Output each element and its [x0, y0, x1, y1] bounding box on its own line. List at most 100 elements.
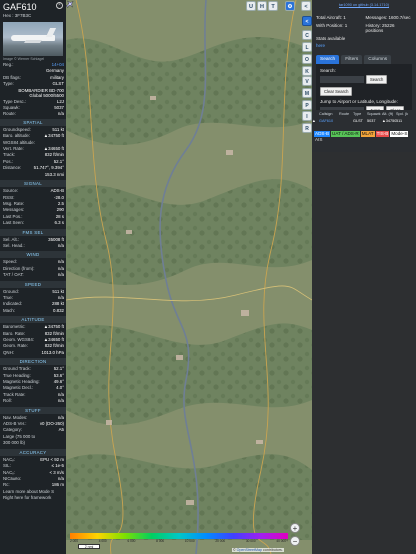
aircraft-fields-2: Type Desc.: L2J Squawk: 5037 Route: n/a — [0, 99, 66, 118]
side-button-k[interactable]: K — [302, 66, 312, 76]
side-button-v[interactable]: V — [302, 76, 312, 86]
info-key: 300 000 lb) — [3, 440, 25, 446]
legend-label: 10 000 — [184, 539, 195, 543]
map[interactable] — [66, 0, 312, 554]
osm-link[interactable]: OpenStreetMap — [237, 548, 262, 552]
side-button-c[interactable]: C — [302, 30, 312, 40]
collapse-panel-button[interactable]: < — [301, 1, 311, 11]
info-value: 0.832 — [53, 307, 64, 313]
version-link-row: tar1090 on github (3.14.1710) — [312, 0, 416, 11]
info-key: Roll: — [3, 398, 12, 404]
stat-item: Total Aircraft: 1 — [316, 15, 346, 20]
table-cell: ▲ — [312, 119, 316, 123]
legend-label: 6 000 — [127, 539, 136, 543]
section-title-direction: DIRECTION — [0, 358, 66, 366]
section-title-wind: WIND — [0, 251, 66, 259]
altitude-legend-labels: 2 000 4 000 6 000 8 000 10 000 20 000 30 000 40… — [70, 539, 288, 543]
info-row: 300 000 lb) — [0, 440, 66, 446]
side-button-l[interactable]: L — [302, 42, 312, 52]
table-cell: 5037 — [367, 119, 376, 123]
side-button-p[interactable]: P — [302, 100, 312, 110]
map-attribution: © OpenStreetMap contributors. — [232, 548, 284, 552]
tab-columns[interactable]: Columns — [364, 54, 392, 64]
column-header[interactable]: Route — [339, 112, 353, 116]
side-button-o[interactable]: O — [302, 54, 312, 64]
search-input[interactable] — [320, 75, 364, 83]
column-header[interactable]: Callsign — [319, 112, 339, 116]
info-key: Right here for framework — [3, 495, 52, 501]
map-scale: 2 nmi — [78, 544, 100, 549]
table-cell[interactable]: GAF610 — [319, 119, 339, 123]
info-key: Last Seen: — [3, 220, 24, 226]
section-title-altitude: ALTITUDE — [0, 316, 66, 324]
source-chip-modes: Mode-S — [390, 131, 409, 137]
info-row: Sel. Head.: n/a — [0, 243, 66, 249]
info-key: Distance: — [3, 165, 22, 171]
side-button-m[interactable]: M — [302, 88, 312, 98]
source-chip-ais: AIS — [315, 137, 323, 142]
info-row: Right here for framework — [0, 495, 66, 501]
aircraft-marker-icon[interactable] — [66, 0, 74, 8]
panel-empty-area — [312, 152, 416, 554]
legend-label: 2 000 — [70, 539, 78, 543]
map-button-t[interactable]: T — [268, 1, 278, 11]
info-row: 153.3 nmi — [0, 172, 66, 178]
info-key: Reg.: — [3, 62, 14, 67]
legend-label: 4 000 — [98, 539, 107, 543]
aircraft-photo[interactable] — [3, 22, 63, 56]
column-header[interactable] — [312, 112, 319, 116]
info-key: Type: — [3, 81, 14, 87]
settings-gear-icon[interactable]: ⚙ — [285, 1, 295, 11]
info-row: TAT / OAT: n/a — [0, 272, 66, 278]
info-row: Route: n/a — [0, 111, 66, 117]
table-header: CallsignRouteTypeSquawkAlt. (ft)Spd. (kt… — [312, 110, 416, 118]
toggle-sidebar-icon[interactable]: < — [302, 16, 312, 26]
source-legend: ADS-B UAT / ADS-R MLAT TIS-B Mode-SAIS — [312, 128, 416, 152]
source-chip-uat: UAT / ADS-R — [331, 131, 360, 137]
stat-item: History: 25226 positions — [365, 22, 395, 34]
column-header[interactable]: Type — [353, 112, 367, 116]
section-title-speed: SPEED — [0, 280, 66, 288]
stats-link[interactable]: here — [316, 43, 363, 49]
aircraft-fields: Reg.: 14+04 Germany DB flags: military Type: G… — [0, 62, 66, 88]
info-row: Last Seen: 6.3 s — [0, 220, 66, 226]
aircraft-table: CallsignRouteTypeSquawkAlt. (ft)Spd. (kt… — [312, 110, 416, 124]
column-header[interactable]: Squawk — [367, 112, 382, 116]
section-title-accuracy: ACCURACY — [0, 448, 66, 456]
hex-id: Hex : 3F7B3C — [3, 13, 32, 18]
type-description: BOMBARDIER BD-700 Global 5000/5500 — [18, 87, 64, 99]
source-chip-tisb: TIS-B — [375, 131, 390, 137]
side-button-r[interactable]: R — [302, 123, 312, 133]
zoom-in-button[interactable]: + — [290, 523, 300, 533]
side-button-i[interactable]: I — [302, 111, 312, 121]
table-cell: 511 — [396, 119, 403, 123]
aircraft-infoblock: GAF610 Hex : 3F7B3C × Image © Werner Sch… — [0, 0, 66, 554]
info-value: GLST — [52, 81, 64, 87]
source-chip-mlat: MLAT — [360, 131, 375, 137]
tab-filters[interactable]: Filters — [341, 54, 363, 64]
clear-search-button[interactable]: Clear Search — [320, 86, 353, 96]
legend-label: 20 000 — [215, 539, 226, 543]
search-button[interactable]: Search — [366, 74, 388, 84]
column-header[interactable]: Alt. (ft) — [382, 112, 396, 116]
infoblock-sections: SPATIAL Groundspeed: 511 kt Baro. altitude:… — [0, 118, 66, 502]
map-button-h[interactable]: H — [257, 1, 267, 11]
info-key: TAT / OAT: — [3, 272, 24, 278]
close-icon[interactable]: × — [56, 2, 63, 9]
table-cell: ▲34750 — [382, 119, 396, 123]
search-label: Search: — [320, 67, 336, 73]
column-header[interactable]: Spd. (kt) — [396, 112, 408, 116]
info-key: Sel. Head.: — [3, 242, 25, 248]
map-button-u[interactable]: U — [246, 1, 256, 11]
info-key: Route: — [3, 111, 16, 117]
table-row[interactable]: ▲ GAF610 GLST 5037 ▲34750 511 — [312, 118, 416, 124]
version-link[interactable]: tar1090 on github (3.14.1710) — [339, 3, 389, 7]
stat-item — [366, 36, 413, 42]
jump-label: Jump to Airport or Latitude, Longitude: — [320, 98, 398, 104]
zoom-out-button[interactable]: − — [290, 536, 300, 546]
stat-item — [366, 43, 413, 49]
tab-search[interactable]: Search — [316, 54, 340, 64]
legend-label: 8 000 — [156, 539, 165, 543]
sidebar-panel: tar1090 on github (3.14.1710) Total Airc… — [312, 0, 416, 554]
info-value: 153.3 nmi — [44, 171, 64, 177]
